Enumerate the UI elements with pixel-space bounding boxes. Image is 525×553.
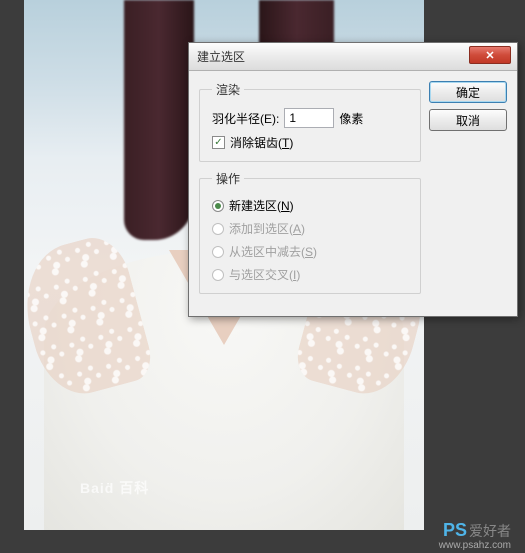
ok-button[interactable]: 确定 xyxy=(429,81,507,103)
op-subtract-label: 从选区中减去(S) xyxy=(229,243,317,260)
brand-suffix: 爱好者 xyxy=(469,523,511,539)
watermark-baidu: Baiḋ 百科 xyxy=(80,478,149,498)
antialias-label: 消除锯齿(T) xyxy=(230,134,293,151)
dialog-left-column: 渲染 羽化半径(E): 像素 ✓ 消除锯齿(T) 操作 xyxy=(199,81,421,302)
feather-label: 羽化半径(E): xyxy=(212,110,279,127)
check-icon: ✓ xyxy=(214,137,222,148)
radio-intersect-selection xyxy=(212,269,224,281)
radio-subtract-selection xyxy=(212,246,224,258)
op-new-label: 新建选区(N) xyxy=(229,197,294,214)
dialog-titlebar[interactable]: 建立选区 ✕ xyxy=(189,43,517,71)
op-add-row: 添加到选区(A) xyxy=(212,220,410,237)
dialog-title: 建立选区 xyxy=(197,48,245,65)
dialog-body: 渲染 羽化半径(E): 像素 ✓ 消除锯齿(T) 操作 xyxy=(189,71,517,316)
operation-fieldset: 操作 新建选区(N) 添加到选区(A) 从选区中减去(S) 与选区交叉(I) xyxy=(199,170,421,294)
close-button[interactable]: ✕ xyxy=(469,46,511,64)
radio-new-selection[interactable] xyxy=(212,200,224,212)
feather-row: 羽化半径(E): 像素 xyxy=(212,108,410,128)
op-add-label: 添加到选区(A) xyxy=(229,220,305,237)
feather-radius-input[interactable] xyxy=(284,108,334,128)
op-subtract-row: 从选区中减去(S) xyxy=(212,243,410,260)
close-icon: ✕ xyxy=(485,49,494,62)
watermark-brand: PS爱好者 xyxy=(443,520,511,541)
feather-unit: 像素 xyxy=(339,110,363,127)
radio-add-selection xyxy=(212,223,224,235)
operation-legend: 操作 xyxy=(212,170,244,187)
brand-text: PS xyxy=(443,520,467,540)
antialias-checkbox[interactable]: ✓ xyxy=(212,136,225,149)
render-legend: 渲染 xyxy=(212,81,244,98)
cancel-button[interactable]: 取消 xyxy=(429,109,507,131)
render-fieldset: 渲染 羽化半径(E): 像素 ✓ 消除锯齿(T) xyxy=(199,81,421,162)
antialias-row: ✓ 消除锯齿(T) xyxy=(212,134,410,151)
dialog-right-column: 确定 取消 xyxy=(429,81,507,302)
op-intersect-label: 与选区交叉(I) xyxy=(229,266,300,283)
op-intersect-row: 与选区交叉(I) xyxy=(212,266,410,283)
make-selection-dialog: 建立选区 ✕ 渲染 羽化半径(E): 像素 ✓ 消除锯齿(T) xyxy=(188,42,518,317)
op-new-row[interactable]: 新建选区(N) xyxy=(212,197,410,214)
watermark-url: www.psahz.com xyxy=(439,540,511,551)
